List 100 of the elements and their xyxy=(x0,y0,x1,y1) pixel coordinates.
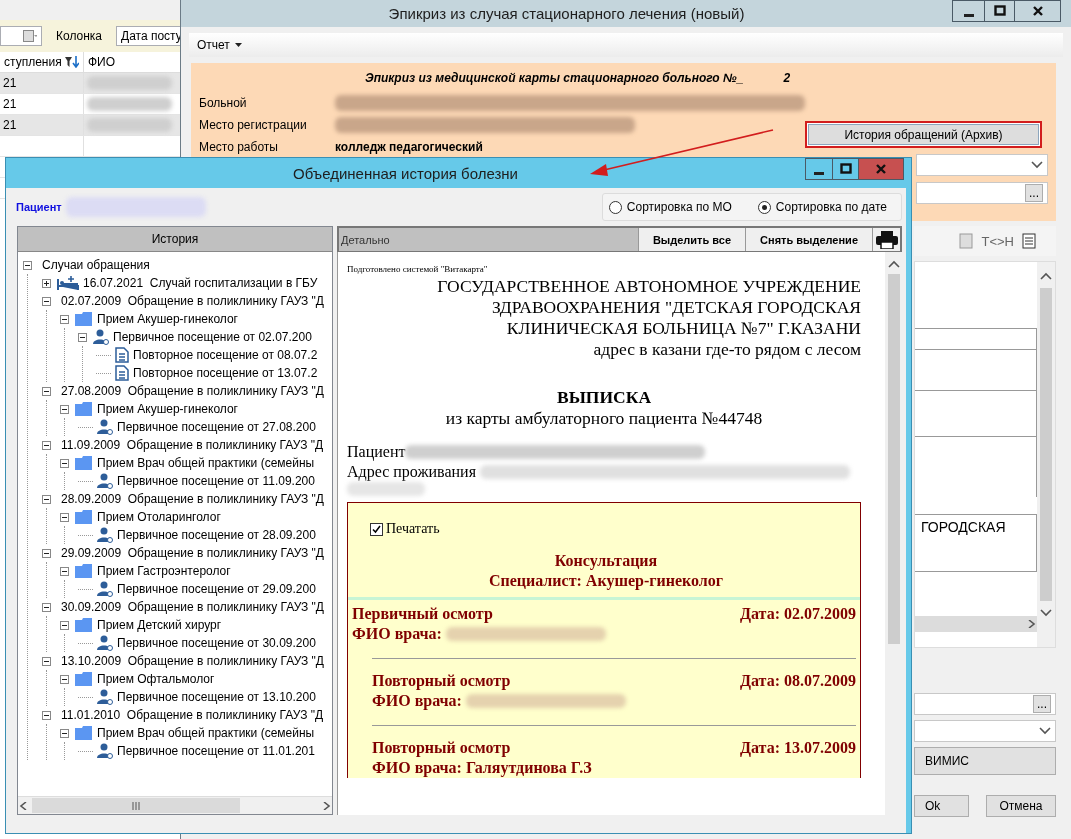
tree-item[interactable]: 13.10.2009 Обращение в поликлинику ГАУЗ "Д xyxy=(61,654,324,668)
browse-button[interactable]: ... xyxy=(1025,184,1043,202)
tree-expander[interactable] xyxy=(42,296,51,306)
folder-icon xyxy=(75,726,93,740)
vertical-scrollbar[interactable] xyxy=(1037,262,1055,647)
sort-radio[interactable]: Сортировка по МО xyxy=(608,200,732,214)
close-button[interactable] xyxy=(1015,0,1061,22)
field-label: Больной xyxy=(199,96,248,110)
scroll-down-icon[interactable] xyxy=(1040,609,1052,617)
select-all-button[interactable]: Выделить все xyxy=(637,228,746,251)
input-field[interactable]: ... xyxy=(916,182,1048,204)
tree-item[interactable]: 30.09.2009 Обращение в поликлинику ГАУЗ "Д xyxy=(61,600,324,614)
tree-item[interactable]: Прием Офтальмолог xyxy=(97,672,215,686)
tree-item[interactable]: Первичное посещение от 30.09.200 xyxy=(117,636,316,650)
tree-expander[interactable] xyxy=(60,512,69,522)
tree-expander[interactable] xyxy=(60,674,69,684)
horizontal-scrollbar[interactable] xyxy=(18,796,332,814)
table-cell: 21 xyxy=(3,118,17,132)
horizontal-scrollbar[interactable] xyxy=(915,616,1037,632)
column-header[interactable]: ступления xyxy=(4,55,62,69)
maximize-button[interactable] xyxy=(985,0,1015,22)
chevron-down-icon[interactable] xyxy=(1039,727,1051,735)
sort-radio[interactable]: Сортировка по дате xyxy=(757,200,887,214)
tree-expander[interactable] xyxy=(42,278,51,288)
tree-expander[interactable] xyxy=(60,620,69,630)
report-menu[interactable]: Отчет xyxy=(193,36,246,54)
scroll-thumb[interactable] xyxy=(32,798,240,813)
tree-expander[interactable] xyxy=(60,566,69,576)
tree-item[interactable]: Первичное посещение от 27.08.200 xyxy=(117,420,316,434)
doctor-label: ФИО врача: Галяутдинова Г.З xyxy=(372,758,592,778)
folder-icon xyxy=(75,312,93,326)
tree-expander[interactable] xyxy=(42,656,51,666)
tree-item[interactable]: Повторное посещение от 13.07.2 xyxy=(133,366,318,380)
archive-history-button[interactable]: История обращений (Архив) xyxy=(805,121,1042,148)
visit-title: Повторный осмотр xyxy=(372,738,511,758)
chevron-down-icon[interactable] xyxy=(1031,161,1043,169)
tree-expander[interactable] xyxy=(60,314,69,324)
tree-item[interactable]: Первичное посещение от 11.09.200 xyxy=(117,474,315,488)
person-icon xyxy=(93,329,109,345)
tree-expander[interactable] xyxy=(60,404,69,414)
tree-item[interactable]: 27.08.2009 Обращение в поликлинику ГАУЗ "Д xyxy=(61,384,324,398)
tree-expander[interactable] xyxy=(60,728,69,738)
tree-item[interactable]: 11.01.2010 Обращение в поликлинику ГАУЗ "Д xyxy=(61,708,324,722)
tree-expander[interactable] xyxy=(42,710,51,720)
deselect-button[interactable]: Снять выделение xyxy=(745,228,872,251)
toolbar-text-button[interactable]: T<>H xyxy=(981,233,1014,249)
tree-item[interactable]: Первичное посещение от 11.01.201 xyxy=(117,744,315,758)
tree-expander[interactable] xyxy=(78,332,87,342)
table-row[interactable]: 21 xyxy=(0,73,182,94)
tree-item[interactable]: Повторное посещение от 08.07.2 xyxy=(133,348,318,362)
tree-expander[interactable] xyxy=(42,548,51,558)
table-row[interactable]: 21 xyxy=(0,94,182,115)
tree-item[interactable]: Прием Врач общей практики (семейны xyxy=(97,726,315,740)
date-field[interactable] xyxy=(0,26,42,46)
tree-item[interactable]: 16.07.2021 Случай госпитализации в ГБУ xyxy=(83,276,318,290)
card-number: 2 xyxy=(783,71,791,85)
tree-expander[interactable] xyxy=(42,386,51,396)
scroll-up-icon[interactable] xyxy=(887,260,900,268)
tree-item[interactable]: Первичное посещение от 02.07.200 xyxy=(113,330,312,344)
tree-item[interactable]: 02.07.2009 Обращение в поликлинику ГАУЗ "Д xyxy=(61,294,324,308)
tree-item[interactable]: Случаи обращения xyxy=(42,258,150,272)
tree-item[interactable]: Прием Гастроэнтеролог xyxy=(97,564,231,578)
tree-item[interactable]: Прием Отоларинголог xyxy=(97,510,221,524)
column-field[interactable]: Дата посту xyxy=(116,26,182,46)
filter-sort-icon[interactable] xyxy=(65,56,79,68)
column-header[interactable]: ФИО xyxy=(88,55,116,69)
tree-item[interactable]: Прием Акушер-гинеколог xyxy=(97,402,238,416)
tree-expander[interactable] xyxy=(42,494,51,504)
input-field[interactable]: ... xyxy=(914,693,1056,715)
scroll-thumb[interactable] xyxy=(887,274,900,644)
tree-expander[interactable] xyxy=(42,602,51,612)
dropdown-field[interactable] xyxy=(916,154,1048,176)
tree-expander[interactable] xyxy=(60,458,69,468)
tree-item[interactable]: Первичное посещение от 28.09.200 xyxy=(117,528,316,542)
tree-expander[interactable] xyxy=(42,440,51,450)
scroll-thumb[interactable] xyxy=(1040,288,1052,601)
print-checkbox[interactable]: Печатать xyxy=(352,521,860,537)
minimize-button[interactable] xyxy=(805,158,833,180)
tree-item[interactable]: Прием Детский хирург xyxy=(97,618,222,632)
tree-item[interactable]: 29.09.2009 Обращение в поликлинику ГАУЗ "Д xyxy=(61,546,324,560)
tree-item[interactable]: 11.09.2009 Обращение в поликлинику ГАУЗ "Д xyxy=(61,438,324,452)
vertical-scrollbar[interactable] xyxy=(885,252,902,815)
tree-expander[interactable] xyxy=(23,260,32,270)
specialist-text: Специалист: Акушер-гинеколог xyxy=(487,571,725,591)
browse-button[interactable]: ... xyxy=(1033,695,1051,713)
form-icon[interactable] xyxy=(1022,233,1036,249)
tree-item[interactable]: Прием Врач общей практики (семейны xyxy=(97,456,315,470)
cancel-button[interactable]: Отмена xyxy=(986,795,1056,817)
vimis-button[interactable]: ВИМИС xyxy=(914,747,1056,775)
maximize-button[interactable] xyxy=(833,158,859,180)
tree-item[interactable]: Прием Акушер-гинеколог xyxy=(97,312,238,326)
tree-item[interactable]: 28.09.2009 Обращение в поликлинику ГАУЗ "Д xyxy=(61,492,324,506)
tree-item[interactable]: Первичное посещение от 29.09.200 xyxy=(117,582,316,596)
table-row[interactable]: 21 xyxy=(0,115,182,136)
minimize-button[interactable] xyxy=(952,0,985,22)
dropdown-field[interactable] xyxy=(914,720,1056,742)
print-button[interactable] xyxy=(872,228,900,251)
scroll-up-icon[interactable] xyxy=(1040,272,1052,280)
ok-button[interactable]: Ok xyxy=(914,795,969,817)
tree-item[interactable]: Первичное посещение от 13.10.200 xyxy=(117,690,316,704)
